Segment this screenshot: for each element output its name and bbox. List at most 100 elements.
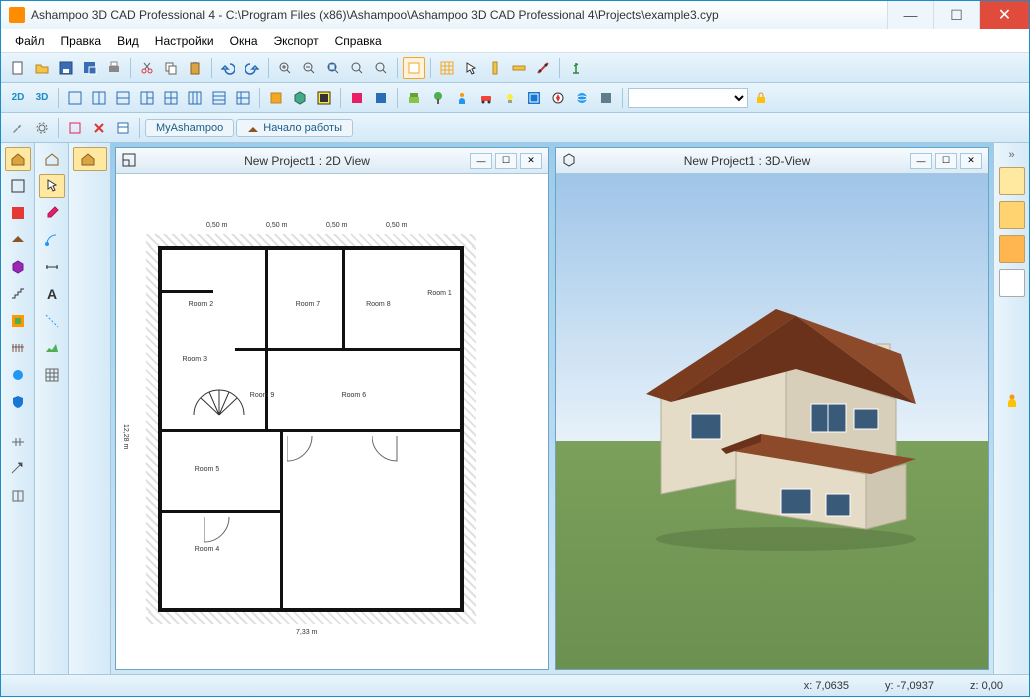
- stairs-tool-icon[interactable]: [5, 282, 31, 306]
- materials-tab-icon[interactable]: [999, 201, 1025, 229]
- maximize-button[interactable]: ☐: [933, 1, 979, 29]
- cursor-select-icon[interactable]: [460, 57, 482, 79]
- zoom-out-icon[interactable]: [298, 57, 320, 79]
- layout-6-icon[interactable]: [208, 87, 230, 109]
- zoom-fit-icon[interactable]: [322, 57, 344, 79]
- snap-icon[interactable]: [532, 57, 554, 79]
- blueprint-icon[interactable]: [523, 87, 545, 109]
- ruler-v-icon[interactable]: [484, 57, 506, 79]
- print-icon[interactable]: [103, 57, 125, 79]
- render-icon[interactable]: [313, 87, 335, 109]
- save-icon[interactable]: [55, 57, 77, 79]
- terrain-tool-icon[interactable]: [39, 336, 65, 360]
- layout-2v-icon[interactable]: [112, 87, 134, 109]
- shape-tool-icon[interactable]: [5, 363, 31, 387]
- redo-icon[interactable]: [241, 57, 263, 79]
- menu-view[interactable]: Вид: [109, 31, 147, 51]
- compass-icon[interactable]: [547, 87, 569, 109]
- layer-lock-icon[interactable]: [750, 87, 772, 109]
- vp-maximize-icon[interactable]: ☐: [935, 153, 957, 169]
- wrench-icon[interactable]: [7, 117, 29, 139]
- layout-5-icon[interactable]: [184, 87, 206, 109]
- options-icon[interactable]: [31, 117, 53, 139]
- catalog-tab-icon[interactable]: [999, 167, 1025, 195]
- guide-tool-icon[interactable]: [39, 309, 65, 333]
- myashampoo-link[interactable]: MyAshampoo: [145, 119, 234, 137]
- layout-4-icon[interactable]: [160, 87, 182, 109]
- open-file-icon[interactable]: [31, 57, 53, 79]
- viewport-3d-canvas[interactable]: [556, 174, 988, 669]
- wall-tool-icon[interactable]: [5, 174, 31, 198]
- red-tool-icon[interactable]: [5, 201, 31, 225]
- object-browser-icon[interactable]: [265, 87, 287, 109]
- new-file-icon[interactable]: [7, 57, 29, 79]
- layout-icon[interactable]: [64, 87, 86, 109]
- edit-icon[interactable]: [64, 117, 86, 139]
- building-mode-icon[interactable]: [73, 147, 107, 171]
- vp-minimize-icon[interactable]: —: [910, 153, 932, 169]
- house-tool-icon[interactable]: [5, 147, 31, 171]
- layout-3-icon[interactable]: [136, 87, 158, 109]
- furniture-icon[interactable]: [403, 87, 425, 109]
- wall-edit-icon[interactable]: [5, 430, 31, 454]
- vp-close-icon[interactable]: ✕: [960, 153, 982, 169]
- expand-icon[interactable]: »: [1008, 149, 1014, 161]
- view-2d-button[interactable]: 2D: [7, 87, 29, 109]
- cut-icon[interactable]: [136, 57, 158, 79]
- vp-minimize-icon[interactable]: —: [470, 153, 492, 169]
- cube-icon[interactable]: [289, 87, 311, 109]
- menu-file[interactable]: Файл: [7, 31, 53, 51]
- wall-join-icon[interactable]: [5, 457, 31, 481]
- select-tool-icon[interactable]: [39, 174, 65, 198]
- 3d-tool-icon[interactable]: [5, 255, 31, 279]
- view-3d-button[interactable]: 3D: [31, 87, 53, 109]
- menu-export[interactable]: Экспорт: [266, 31, 327, 51]
- grid-icon[interactable]: [436, 57, 458, 79]
- preview-icon[interactable]: [403, 57, 425, 79]
- zoom-window-icon[interactable]: [346, 57, 368, 79]
- floor-tool-icon[interactable]: [39, 147, 65, 171]
- fence-tool-icon[interactable]: [5, 336, 31, 360]
- copy-icon[interactable]: [160, 57, 182, 79]
- layout-2h-icon[interactable]: [88, 87, 110, 109]
- plant-icon[interactable]: [427, 87, 449, 109]
- dimension-icon[interactable]: [39, 255, 65, 279]
- section-icon[interactable]: [595, 87, 617, 109]
- shield-tool-icon[interactable]: [5, 390, 31, 414]
- person-icon[interactable]: [451, 87, 473, 109]
- zoom-all-icon[interactable]: [370, 57, 392, 79]
- text-tool-icon[interactable]: A: [39, 282, 65, 306]
- texture-tool-icon[interactable]: [5, 309, 31, 333]
- undo-icon[interactable]: [217, 57, 239, 79]
- layout-7-icon[interactable]: [232, 87, 254, 109]
- wall-split-icon[interactable]: [5, 484, 31, 508]
- light-icon[interactable]: [499, 87, 521, 109]
- person-catalog-icon[interactable]: [1001, 389, 1023, 411]
- globe-icon[interactable]: [571, 87, 593, 109]
- color-icon[interactable]: [370, 87, 392, 109]
- vp-maximize-icon[interactable]: ☐: [495, 153, 517, 169]
- menu-windows[interactable]: Окна: [222, 31, 266, 51]
- viewport-2d-canvas[interactable]: Room 2 Room 3 Room 7 Room 8 Room 1 Room …: [116, 174, 548, 669]
- material-icon[interactable]: [346, 87, 368, 109]
- color-picker-icon[interactable]: [39, 201, 65, 225]
- close-button[interactable]: ✕: [979, 1, 1029, 29]
- zoom-in-icon[interactable]: [274, 57, 296, 79]
- car-icon[interactable]: [475, 87, 497, 109]
- getting-started-link[interactable]: Начало работы: [236, 119, 353, 137]
- objects-tab-icon[interactable]: [999, 235, 1025, 263]
- layer-combo[interactable]: [628, 88, 748, 108]
- survey-icon[interactable]: [565, 57, 587, 79]
- menu-edit[interactable]: Правка: [53, 31, 110, 51]
- vp-close-icon[interactable]: ✕: [520, 153, 542, 169]
- delete-icon[interactable]: [88, 117, 110, 139]
- properties-icon[interactable]: [112, 117, 134, 139]
- grid-tool-icon[interactable]: [39, 363, 65, 387]
- menu-help[interactable]: Справка: [327, 31, 390, 51]
- camera-path-icon[interactable]: [39, 228, 65, 252]
- paste-icon[interactable]: [184, 57, 206, 79]
- save-as-icon[interactable]: [79, 57, 101, 79]
- menu-settings[interactable]: Настройки: [147, 31, 222, 51]
- ruler-h-icon[interactable]: [508, 57, 530, 79]
- minimize-button[interactable]: —: [887, 1, 933, 29]
